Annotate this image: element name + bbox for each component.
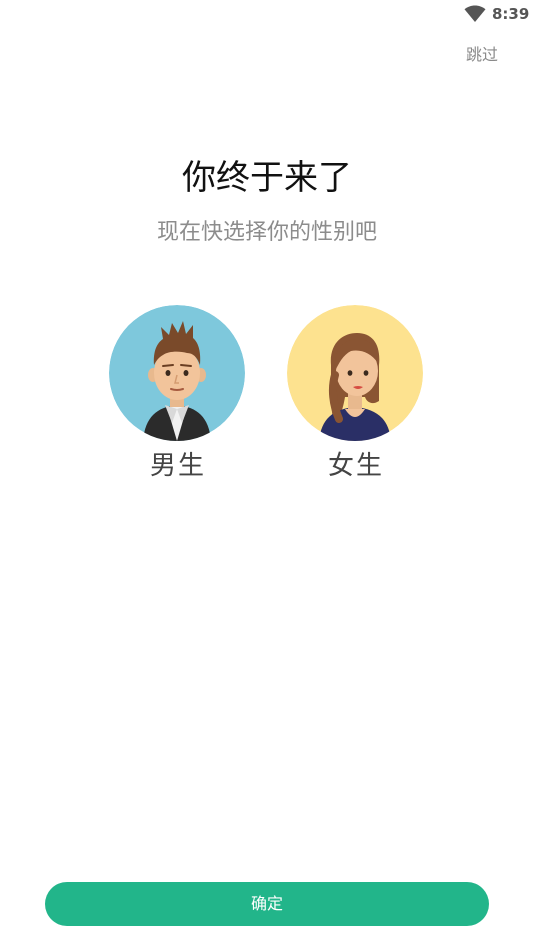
male-avatar[interactable] [109, 305, 245, 441]
page-subtitle: 现在快选择你的性别吧 [156, 220, 377, 245]
confirm-button[interactable]: 确定 [45, 882, 489, 926]
female-avatar[interactable] [287, 305, 423, 441]
male-option[interactable]: 男生 [109, 305, 247, 483]
female-label: 女生 [327, 451, 384, 481]
status-time: 8:39 [492, 5, 530, 23]
skip-button[interactable]: 跳过 [466, 44, 498, 66]
female-option[interactable]: 女生 [287, 305, 425, 483]
page-title: 你终于来了 [182, 158, 352, 198]
status-bar: 8:39 [0, 0, 534, 28]
male-label: 男生 [149, 451, 206, 481]
wifi-icon [464, 5, 486, 22]
